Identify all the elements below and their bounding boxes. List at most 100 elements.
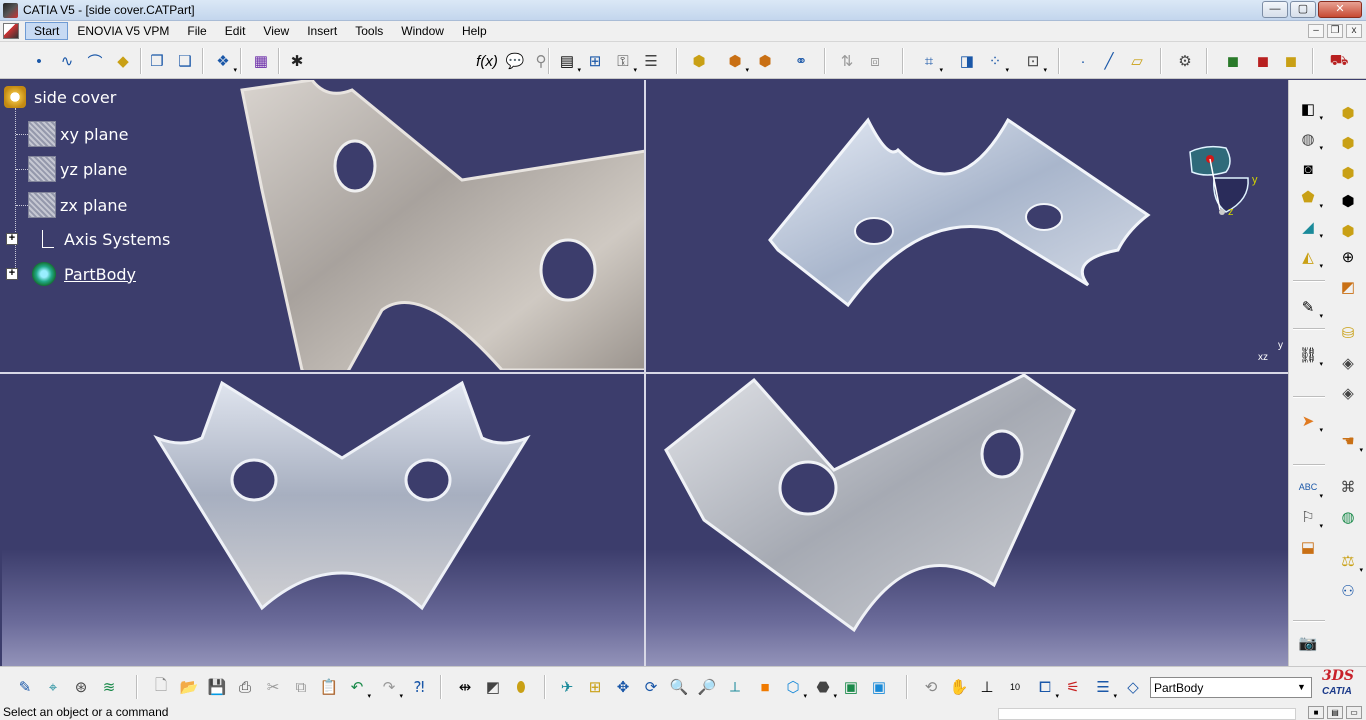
hierarchy-icon[interactable]: ⊞ — [584, 50, 606, 72]
menu-help[interactable]: Help — [453, 24, 496, 38]
minimize-button[interactable]: — — [1262, 1, 1288, 18]
menu-enovia[interactable]: ENOVIA V5 VPM — [68, 24, 178, 38]
scale-icon[interactable]: ⊡ ▾ — [1022, 50, 1047, 74]
point-icon[interactable]: • — [28, 50, 50, 72]
formula-icon[interactable]: f(x) — [476, 50, 498, 72]
flag-note-icon[interactable]: ⚐ ▾ — [1297, 506, 1323, 530]
normal-view-icon[interactable]: ⟂ — [724, 676, 746, 698]
sweep-icon[interactable]: ⌒ — [84, 50, 106, 72]
grid-select-icon[interactable]: ▦ — [250, 50, 272, 72]
status-settings-button[interactable]: ▭ — [1346, 706, 1362, 719]
tree-item-zx-plane[interactable]: zx plane — [28, 192, 127, 218]
fit-all-icon[interactable]: ⇹ — [454, 676, 476, 698]
pad-icon[interactable]: ◧ ▾ — [1297, 98, 1323, 122]
copy-icon[interactable]: ⧉ — [290, 676, 312, 698]
tree-item-xy-plane[interactable]: xy plane — [28, 121, 128, 147]
rotate-icon[interactable]: ⟳ — [640, 676, 662, 698]
boolean-icon[interactable]: ⬢ — [688, 50, 710, 72]
power-input-field[interactable] — [998, 708, 1296, 720]
status-list-button[interactable]: ▤ — [1327, 706, 1343, 719]
chamfer-icon[interactable]: ⬢ — [1337, 162, 1359, 184]
rib-icon[interactable]: ⬟ ▾ — [1297, 186, 1323, 210]
sketch-tool-icon[interactable]: ✎ — [14, 676, 36, 698]
tree-item-partbody[interactable]: + PartBody — [6, 262, 136, 286]
work-object-icon[interactable]: ◇ — [1122, 676, 1144, 698]
edges-icon[interactable]: ▣ — [840, 676, 862, 698]
snap-icon[interactable]: ⊛ — [70, 676, 92, 698]
annotation-text-icon[interactable]: ABC ▾ — [1297, 476, 1323, 500]
3d-compass-icon[interactable]: ⌖ — [42, 676, 64, 698]
viewport-top-right[interactable] — [646, 80, 1288, 372]
menu-tools[interactable]: Tools — [346, 24, 392, 38]
camera-icon[interactable]: 📷 — [1297, 632, 1319, 654]
grab-icon[interactable]: ✋ — [948, 676, 970, 698]
apply-material-icon[interactable]: ◍ — [1337, 506, 1359, 528]
fly-mode-icon[interactable]: ✈ — [556, 676, 578, 698]
point-tool-icon[interactable]: · — [1072, 50, 1094, 72]
remove-face-icon[interactable]: ◩ — [1337, 276, 1359, 298]
doc-minimize-button[interactable]: – — [1308, 24, 1324, 38]
swap-visible-icon[interactable]: ⟲ — [920, 676, 942, 698]
binary-icon[interactable]: 10 — [1004, 676, 1026, 698]
cylinder-icon[interactable]: ⛁ — [1337, 322, 1359, 344]
expand-toggle[interactable]: + — [6, 268, 18, 280]
open-folder-icon[interactable]: 📂 — [178, 676, 200, 698]
hole-icon[interactable]: ◙ — [1297, 158, 1319, 180]
menu-edit[interactable]: Edit — [216, 24, 255, 38]
cut-icon[interactable]: ✂ — [262, 676, 284, 698]
material-view-icon[interactable]: ▣ — [868, 676, 890, 698]
fit-all-in-icon[interactable]: ⊞ — [584, 676, 606, 698]
split-icon[interactable]: ⬢ — [1337, 220, 1359, 242]
status-stop-button[interactable]: ■ — [1308, 706, 1324, 719]
chevron-down-icon[interactable]: ▼ — [1294, 680, 1309, 695]
line-tool-icon[interactable]: ╱ — [1098, 50, 1120, 72]
catalog-icon[interactable]: ⛟ — [1328, 50, 1350, 72]
shell-icon[interactable]: ⬢ — [1337, 190, 1359, 212]
comment-icon[interactable]: 💬 — [504, 50, 526, 72]
whats-this-icon[interactable]: ⁈ — [408, 676, 430, 698]
apply-material-icon[interactable]: ◼ — [1252, 50, 1274, 72]
doc-restore-button[interactable]: ❐ — [1327, 24, 1343, 38]
zoom-out-icon[interactable]: 🔎 — [696, 676, 718, 698]
hide-show-icon[interactable]: ◩ — [482, 676, 504, 698]
undo-icon[interactable]: ↶ ▾ — [346, 676, 371, 700]
list-tool-icon[interactable]: ☰ ▾ — [1092, 676, 1117, 700]
shaft-icon[interactable]: ◍ ▾ — [1297, 128, 1323, 152]
menu-window[interactable]: Window — [392, 24, 453, 38]
knowledge-icon[interactable]: ⚇ — [1337, 580, 1359, 602]
view-annotation-icon[interactable]: ⬓ — [1297, 536, 1319, 558]
lock-icon[interactable]: ⚿ ▾ — [612, 50, 637, 75]
cube-front-icon[interactable]: ❑ — [174, 50, 196, 72]
surface-icon[interactable]: ◈ — [1337, 352, 1359, 374]
viewport-bottom-left[interactable] — [2, 374, 644, 666]
list-icon[interactable]: ☰ — [640, 50, 662, 72]
graph-icon[interactable]: ⚟ — [1062, 676, 1084, 698]
remove-body-icon[interactable]: ⬢ — [754, 50, 776, 72]
constraint-icon[interactable]: ⛓ ▾ — [1297, 344, 1323, 368]
hand-icon[interactable]: ☚ ▾ — [1337, 430, 1363, 454]
render-icon[interactable]: ◼ — [1280, 50, 1302, 72]
zoom-in-icon[interactable]: 🔍 — [668, 676, 690, 698]
cube-open-icon[interactable]: ❒ — [146, 50, 168, 72]
print-icon[interactable]: ⎙ — [234, 676, 256, 698]
document-icon[interactable] — [3, 23, 19, 39]
thickness-icon[interactable]: ⬢ — [1337, 102, 1359, 124]
pattern-icon[interactable]: ⁘ ▾ — [984, 50, 1009, 74]
tree-root[interactable]: side cover — [4, 86, 116, 108]
symmetry-icon[interactable]: ⧈ — [864, 50, 886, 72]
target-icon[interactable]: ⊕ — [1337, 246, 1359, 268]
layers-icon[interactable]: ≋ — [98, 676, 120, 698]
intersect-icon[interactable]: ⚭ — [790, 50, 812, 72]
maximize-button[interactable]: ▢ — [1290, 1, 1316, 18]
expand-toggle[interactable]: + — [6, 233, 18, 245]
table-icon[interactable]: ▤ ▾ — [556, 50, 581, 74]
mesh-icon[interactable]: ◈ — [1337, 382, 1359, 404]
axis-toggle-icon[interactable]: ⊥ — [976, 676, 998, 698]
menu-start[interactable]: Start — [25, 22, 69, 40]
save-icon[interactable]: 💾 — [206, 676, 228, 698]
multi-view-icon[interactable]: ❖ ▾ — [212, 50, 237, 74]
tree-item-axis-systems[interactable]: + Axis Systems — [6, 228, 170, 250]
box-icon[interactable]: ⧠ ▾ — [1034, 676, 1059, 701]
current-body-select[interactable]: PartBody ▼ — [1150, 677, 1312, 698]
tree-item-yz-plane[interactable]: yz plane — [28, 156, 127, 182]
